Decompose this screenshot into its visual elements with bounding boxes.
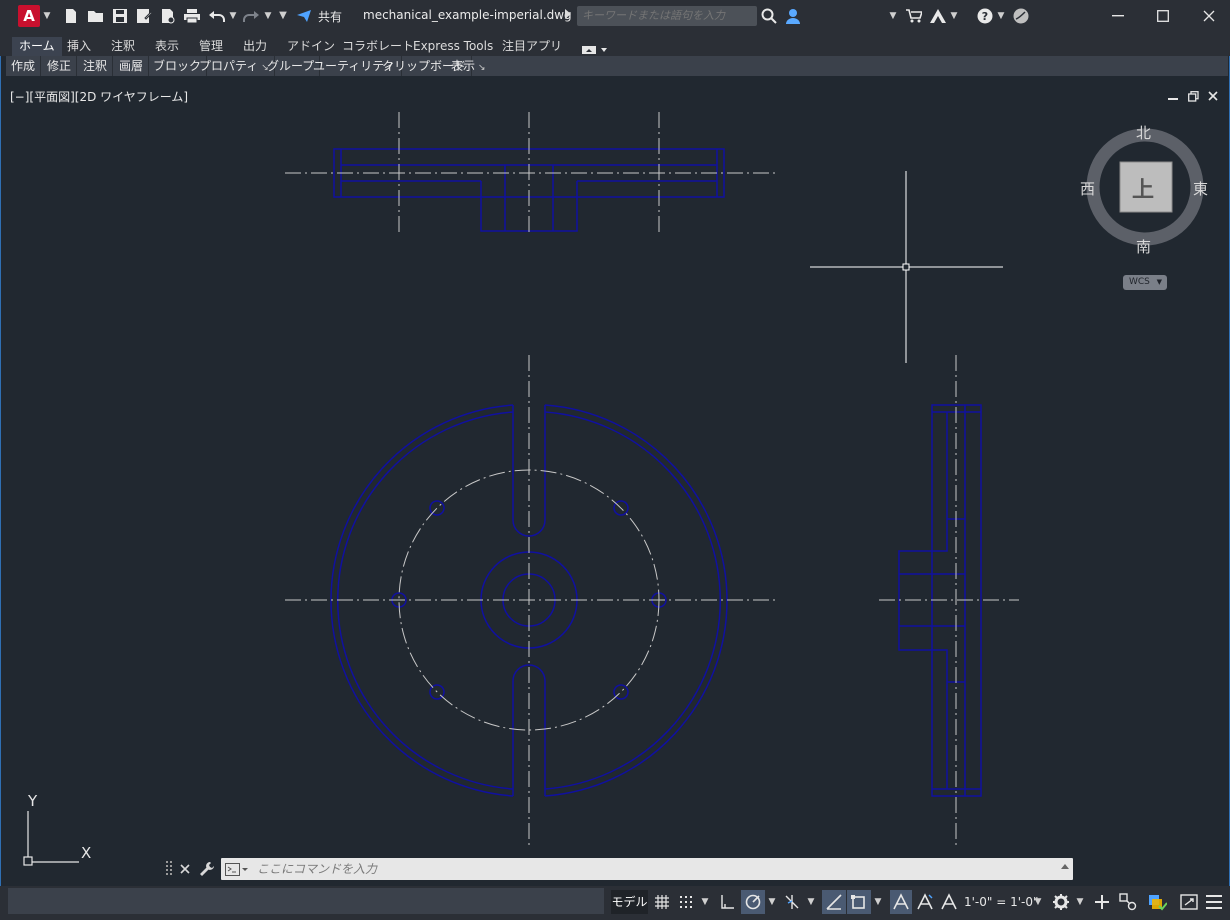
command-line: [165, 857, 1073, 881]
snap-mode-icon[interactable]: [676, 890, 696, 914]
annotation-scale-value[interactable]: 1'-0" = 1'-0": [964, 890, 1039, 914]
viewport-controls-label[interactable]: [−][平面図][2D ワイヤフレーム]: [10, 88, 188, 105]
workspace-dropdown-icon[interactable]: ▼: [1075, 890, 1085, 914]
command-prompt-icon[interactable]: [225, 862, 249, 876]
auto-scale-icon[interactable]: [914, 890, 936, 914]
object-snap-tracking-icon[interactable]: [822, 890, 846, 914]
centerlines: [285, 112, 1019, 845]
viewcube-east[interactable]: 東: [1193, 178, 1208, 199]
polar-tracking-icon[interactable]: [741, 890, 765, 914]
clean-screen-icon[interactable]: [1178, 890, 1200, 914]
annotation-visibility-icon[interactable]: [890, 890, 912, 914]
isometric-dropdown-icon[interactable]: ▼: [806, 890, 816, 914]
viewcube-west[interactable]: 西: [1080, 178, 1095, 199]
workspace-gear-icon[interactable]: [1050, 890, 1072, 914]
model-space-button[interactable]: モデル: [611, 890, 648, 914]
command-input[interactable]: [257, 858, 1037, 880]
annotation-monitor-icon[interactable]: [1091, 890, 1113, 914]
object-snap-dropdown-icon[interactable]: ▼: [873, 890, 883, 914]
viewcube-north[interactable]: 北: [1136, 122, 1151, 143]
chevron-down-icon: ▼: [1156, 278, 1162, 286]
minimize-icon: [1168, 98, 1178, 100]
scale-dropdown-icon[interactable]: ▼: [1033, 890, 1043, 914]
close-icon: [1208, 91, 1218, 101]
polar-dropdown-icon[interactable]: ▼: [767, 890, 777, 914]
status-bar: モデル ▼ ▼ ▼ ▼ 1'-0" = 1'-0" ▼ ▼: [0, 886, 1230, 920]
command-input-area[interactable]: [221, 858, 1073, 880]
viewcube-south[interactable]: 南: [1136, 236, 1151, 257]
snap-dropdown-icon[interactable]: ▼: [700, 890, 710, 914]
viewcube-top-face[interactable]: 上: [1132, 172, 1154, 204]
ucs-y-label: Y: [28, 792, 38, 810]
cad-geometry[interactable]: [0, 0, 1230, 920]
wrench-icon: [200, 862, 214, 876]
restore-icon: [1187, 90, 1199, 102]
crosshair-cursor: [810, 171, 1003, 363]
wcs-label: WCS: [1129, 277, 1150, 287]
command-history-icon[interactable]: [1061, 864, 1069, 869]
close-command-line-button[interactable]: [176, 860, 194, 878]
close-icon: [180, 864, 190, 874]
viewport-close-button[interactable]: [1205, 88, 1221, 104]
wcs-menu-button[interactable]: WCS ▼: [1123, 275, 1167, 290]
isometric-drafting-icon[interactable]: [781, 890, 803, 914]
grip-handle-icon[interactable]: [165, 860, 173, 878]
ucs-x-label: X: [81, 844, 92, 862]
viewport-minimize-button[interactable]: [1165, 88, 1181, 104]
viewport-restore-button[interactable]: [1185, 88, 1201, 104]
customization-menu-icon[interactable]: [1204, 890, 1224, 914]
annotation-scale-icon[interactable]: [938, 890, 960, 914]
grid-display-icon[interactable]: [652, 890, 672, 914]
layout-tab-area[interactable]: [8, 888, 604, 914]
ucs-icon: [23, 811, 79, 866]
customize-command-line-button[interactable]: [198, 860, 216, 878]
hardware-acceleration-icon[interactable]: [1145, 890, 1169, 914]
isolate-objects-icon[interactable]: [1117, 890, 1139, 914]
object-snap-icon[interactable]: [847, 890, 871, 914]
ortho-mode-icon[interactable]: [716, 890, 738, 914]
